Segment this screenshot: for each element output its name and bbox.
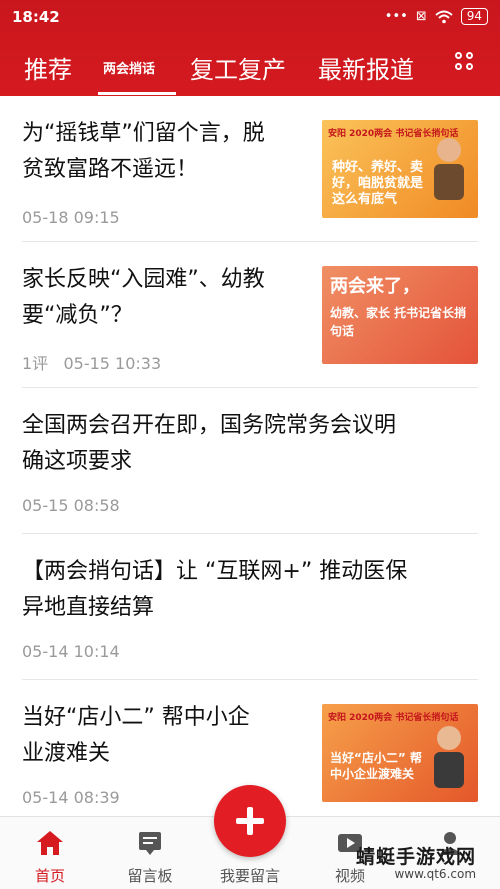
news-meta: 1评 05-15 10:33 [22, 350, 161, 374]
watermark: 蜻蜓手游戏网 www.qt6.com [356, 846, 477, 881]
news-title: 全国两会召开在即，国务院常务会议明 确这项要求 [22, 413, 397, 474]
news-thumbnail: 安阳 2020两会 书记省长捎句话 当好“店小二” 帮中小企业渡难关 [322, 704, 478, 802]
channel-grid-icon[interactable] [455, 52, 477, 74]
news-title: 【两会捎句话】让 “互联网+” 推动医保 异地直接结算 [22, 559, 408, 620]
tab-latest-reports[interactable]: 最新报道 [318, 50, 414, 85]
sim-off-icon: ⊠ [415, 9, 427, 24]
add-message-button[interactable] [214, 785, 286, 857]
nav-message-board[interactable]: 留言板 [100, 821, 200, 889]
active-tab-indicator [98, 92, 176, 95]
tab-two-sessions[interactable]: 两会捎话 [103, 58, 155, 77]
news-time: 05-14 10:14 [22, 642, 120, 661]
wifi-icon [435, 10, 453, 23]
news-item[interactable]: 【两会捎句话】让 “互联网+” 推动医保 异地直接结算 05-14 10:14 [0, 534, 500, 680]
news-title: 家长反映“入园难”、幼教 要“减负”？ [22, 267, 265, 328]
home-icon [37, 831, 63, 855]
tab-resume-work[interactable]: 复工复产 [190, 50, 286, 85]
news-time: 05-14 08:39 [22, 788, 120, 807]
nav-home[interactable]: 首页 [0, 821, 100, 889]
news-thumbnail: 安阳 2020两会 书记省长捎句话 种好、养好、卖好，咱脱贫就是这么有底气 [322, 120, 478, 218]
message-board-icon [139, 832, 161, 855]
category-tabs: 推荐 两会捎话 复工复产 最新报道 [0, 44, 500, 95]
status-bar: 18:42 ••• ⊠ 94 [0, 0, 500, 34]
news-item[interactable]: 全国两会召开在即，国务院常务会议明 确这项要求 05-15 08:58 [0, 388, 500, 534]
news-feed: 为“摇钱草”们留个言，脱 贫致富路不遥远！ 05-18 09:15 安阳 2020… [0, 96, 500, 816]
comment-count: 1评 [22, 354, 49, 373]
news-thumbnail: 两会来了， 幼教、家长 托书记省长捎句话 [322, 266, 478, 364]
news-title: 当好“店小二” 帮中小企 业渡难关 [22, 705, 250, 766]
battery-indicator: 94 [460, 8, 488, 25]
news-time: 05-15 08:58 [22, 496, 120, 515]
app-header: 18:42 ••• ⊠ 94 推荐 两会捎话 复工复产 最新报道 [0, 0, 500, 96]
news-item[interactable]: 家长反映“入园难”、幼教 要“减负”？ 1评 05-15 10:33 两会来了， … [0, 242, 500, 388]
status-time: 18:42 [12, 8, 60, 26]
news-time: 05-18 09:15 [22, 208, 120, 227]
news-item[interactable]: 为“摇钱草”们留个言，脱 贫致富路不遥远！ 05-18 09:15 安阳 2020… [0, 96, 500, 242]
news-time: 05-15 10:33 [63, 354, 162, 373]
news-title: 为“摇钱草”们留个言，脱 贫致富路不遥远！ [22, 121, 265, 182]
more-dots-icon: ••• [384, 9, 408, 24]
tab-recommend[interactable]: 推荐 [24, 50, 72, 85]
